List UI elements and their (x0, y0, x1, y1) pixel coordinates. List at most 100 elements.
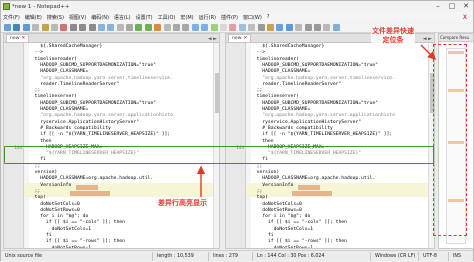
toolbar-button[interactable] (154, 23, 162, 31)
menu-item[interactable]: 宏(M) (180, 14, 193, 21)
left-scroll-thumb[interactable] (215, 73, 219, 113)
right-code-text: reader.TimelineReaderServer" (251, 81, 342, 87)
toolbar-button[interactable] (285, 23, 293, 31)
left-code-text: if [[ $i == "-cols" ]]; then (29, 220, 125, 226)
diff-line-callout-text: 差异行高亮显示 (157, 199, 208, 207)
close-doc-button[interactable]: X (463, 14, 467, 21)
left-code-text: doNotSetCols=0 (29, 201, 80, 207)
toolbar-button[interactable] (50, 23, 58, 31)
right-file-tab[interactable]: new ✕ (228, 34, 252, 42)
toolbar-button[interactable] (126, 23, 134, 31)
toolbar-button[interactable] (135, 23, 143, 31)
left-code-text: ;; (29, 88, 41, 94)
right-code-text: ryservice.ApplicationHistoryServer" (251, 119, 362, 125)
menu-item[interactable]: 搜索(S) (47, 14, 64, 21)
right-code-text: version) (251, 170, 280, 175)
toolbar-button[interactable] (313, 23, 321, 31)
toolbar-button[interactable] (210, 23, 218, 31)
location-bar-callout-line1: 文件差异快速 (371, 27, 415, 36)
menu-item[interactable]: 视图(V) (69, 14, 86, 21)
left-code-text: HADOOP_SUBCMD_SUPPORTDAEMONIZATION="true… (29, 62, 156, 68)
toolbar-button[interactable] (266, 23, 274, 31)
menu-bar: 文件(F) 编辑(E) 搜索(S) 视图(V) 编码(N) 语言(L) 设置(T) 工具(O)… (1, 12, 473, 22)
left-code-text: HADOOP_SUBCMD_SUPPORTDAEMONIZATION="true… (29, 100, 156, 106)
toolbar-button[interactable] (304, 23, 312, 31)
toolbar-button[interactable] (60, 23, 68, 31)
menu-item[interactable]: 文件(F) (3, 14, 20, 21)
menu-item[interactable]: 插件(P) (221, 14, 238, 21)
toolbar-button[interactable] (116, 23, 124, 31)
left-code-text: timelineserver) (29, 94, 77, 100)
close-window-button[interactable]: ✕ (459, 1, 473, 12)
menu-item[interactable]: ? (267, 14, 270, 20)
status-encoding: UTF-8 (419, 251, 449, 261)
menu-item[interactable]: 语言(L) (114, 14, 131, 21)
maximize-button[interactable]: □ (445, 1, 459, 12)
status-length: length : 10,539 (153, 251, 209, 261)
left-code-text: doNotSetCols=1 (29, 226, 92, 232)
right-code-text: doNotSetCols=1 (251, 226, 314, 232)
toolbar-button[interactable] (332, 23, 340, 31)
toolbar-button[interactable] (323, 23, 331, 31)
toolbar-button[interactable] (4, 23, 11, 31)
left-code-text: ;; (29, 188, 41, 194)
toolbar-button[interactable] (229, 23, 237, 31)
left-tab-scroll-arrows[interactable]: ◄ ► (208, 36, 219, 42)
left-code-text: "org.apache.hadoop.yarn.server.applicati… (29, 113, 173, 119)
right-code-text: "org.apache.hadoop.yarn.server.timelines… (251, 75, 395, 81)
menu-item[interactable]: 工具(O) (158, 14, 176, 21)
menu-item[interactable]: 运行(R) (199, 14, 216, 21)
left-editor-pane[interactable]: new ✕ ◄ ► ${.SharedCacheManager} --> tim… (3, 33, 220, 249)
right-code-text: HADOOP_SUBCMD_SUPPORTDAEMONIZATION="true… (251, 100, 378, 106)
right-code-text: HADOOP_CLASSNAME= (251, 107, 311, 112)
diff-line-callout: 差异行高亮显示 (157, 198, 208, 208)
menu-item[interactable]: 窗口(W) (243, 14, 262, 21)
toolbar-button[interactable] (97, 23, 105, 31)
left-code-text: doNotSetRows=1 (29, 245, 92, 249)
toolbar-button[interactable] (173, 23, 181, 31)
menu-item[interactable]: 设置(T) (136, 14, 153, 21)
left-code-text: if [[ $i == "-rows" ]]; then (29, 239, 125, 245)
right-tab-close-icon[interactable]: ✕ (244, 35, 248, 42)
toolbar-button[interactable] (219, 23, 227, 31)
status-bar: Unix source file length : 10,539 lines :… (1, 250, 473, 261)
minimize-button[interactable]: – (431, 1, 445, 12)
left-tab-bar: new ✕ ◄ ► (4, 34, 219, 43)
right-code-text: # Backwards compatibility (251, 125, 333, 131)
right-code-text: "org.apache.hadoop.yarn.server.applicati… (251, 113, 395, 119)
status-eol: Windows (CR LF) (371, 251, 419, 261)
window-title: *new 1 - Notepad++ (12, 3, 70, 10)
right-code-text: --> (251, 50, 266, 56)
toolbar-button[interactable] (257, 23, 265, 31)
left-line-number (4, 245, 22, 248)
toolbar-button[interactable] (201, 23, 209, 31)
right-tab-scroll-arrows[interactable]: ◄ ► (423, 36, 434, 42)
toolbar-button[interactable] (32, 23, 40, 31)
right-code-text: doNotSetCols=0 (251, 201, 302, 207)
toolbar-button[interactable] (69, 23, 77, 31)
toolbar-button[interactable] (191, 23, 199, 31)
right-editor-pane[interactable]: new ✕ ◄ ► ${.SharedCacheManager} --> tim… (225, 33, 435, 249)
toolbar-button[interactable] (88, 23, 96, 31)
toolbar-button[interactable] (79, 23, 87, 31)
toolbar-button[interactable] (144, 23, 152, 31)
toolbar-button[interactable] (41, 23, 49, 31)
left-tab-label: new (10, 36, 20, 41)
toolbar-button[interactable] (22, 23, 30, 31)
menu-item[interactable]: 编辑(E) (25, 14, 42, 21)
toolbar-button[interactable] (248, 23, 256, 31)
status-file-type: Unix source file (1, 251, 153, 261)
right-tab-label: new (232, 36, 242, 41)
compare-results-panel[interactable]: Compare Resu (433, 33, 474, 249)
toolbar-button[interactable] (276, 23, 284, 31)
right-code-text: timelineserver) (251, 94, 299, 100)
left-file-tab[interactable]: new ✕ (6, 34, 30, 42)
toolbar-button[interactable] (13, 23, 21, 31)
toolbar-button[interactable] (107, 23, 115, 31)
toolbar-button[interactable] (163, 23, 171, 31)
toolbar-button[interactable] (238, 23, 246, 31)
left-tab-close-icon[interactable]: ✕ (22, 35, 26, 42)
toolbar-button[interactable] (182, 23, 190, 31)
menu-item[interactable]: 编码(N) (91, 14, 109, 21)
toolbar-button[interactable] (295, 23, 303, 31)
